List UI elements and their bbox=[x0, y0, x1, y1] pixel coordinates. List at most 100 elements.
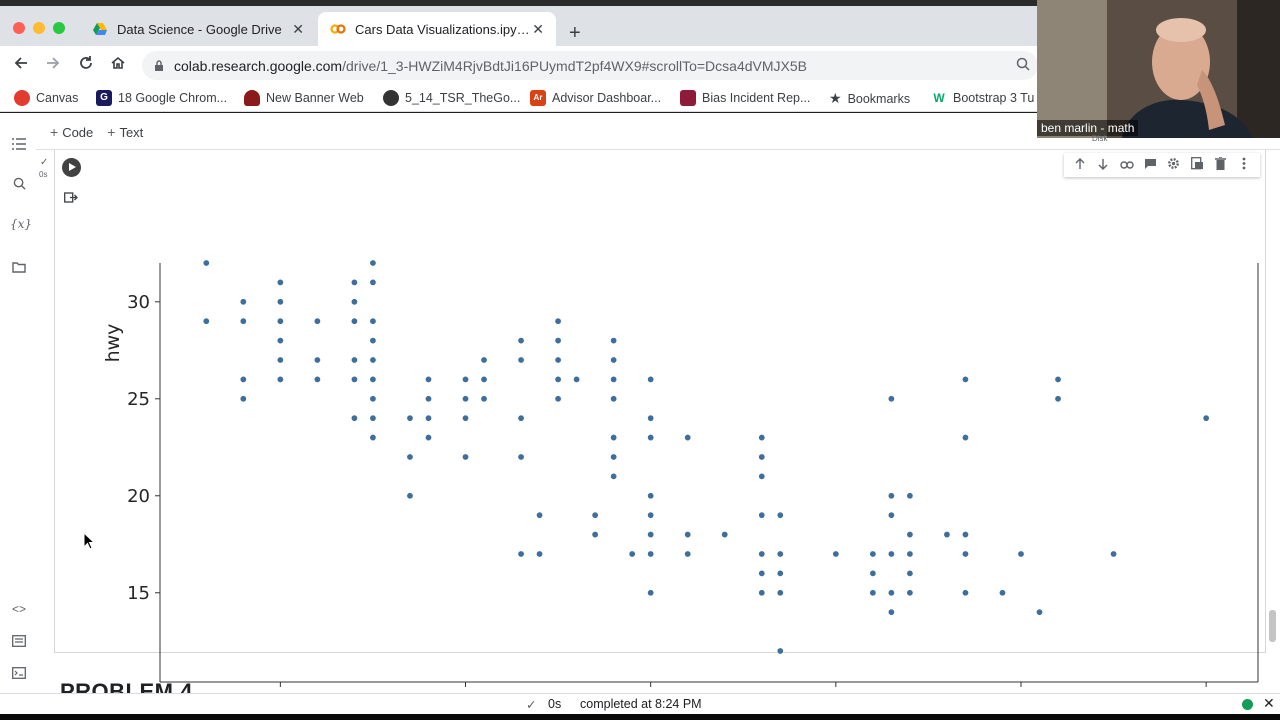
notebook-toolbar: + Code + Text bbox=[36, 119, 143, 145]
terminal-icon[interactable] bbox=[10, 666, 28, 682]
data-point bbox=[239, 317, 247, 325]
add-code-cell-button[interactable]: + Code bbox=[50, 124, 93, 140]
comment-icon[interactable] bbox=[1141, 158, 1159, 173]
x-tick-label: 3 bbox=[460, 689, 471, 690]
tab-title: Data Science - Google Drive bbox=[117, 21, 282, 37]
bookmark-canvas[interactable]: Canvas bbox=[14, 90, 78, 106]
disk-label: Disk bbox=[1092, 134, 1108, 143]
forward-arrow-icon[interactable] bbox=[45, 55, 61, 76]
variables-icon[interactable]: {x} bbox=[10, 217, 32, 231]
delete-icon[interactable] bbox=[1212, 156, 1230, 173]
mirror-cell-icon[interactable] bbox=[1188, 157, 1206, 173]
code-snippets-icon[interactable]: <> bbox=[10, 602, 28, 616]
data-point bbox=[961, 589, 969, 597]
data-point bbox=[313, 317, 321, 325]
move-up-icon[interactable] bbox=[1071, 157, 1089, 173]
add-text-cell-button[interactable]: + Text bbox=[107, 124, 143, 140]
data-point bbox=[369, 356, 377, 364]
window-minimize-button[interactable] bbox=[33, 22, 45, 34]
data-point bbox=[906, 569, 914, 577]
data-point bbox=[887, 511, 895, 519]
address-bar[interactable]: colab.research.google.com/drive/1_3-HWZi… bbox=[142, 51, 1038, 80]
execution-time: 0s bbox=[39, 170, 48, 179]
data-point bbox=[906, 531, 914, 539]
data-point bbox=[961, 375, 969, 383]
data-point bbox=[776, 511, 784, 519]
bookmark-bias-incident[interactable]: Bias Incident Rep... bbox=[680, 90, 810, 106]
reload-icon[interactable] bbox=[78, 55, 94, 76]
data-point bbox=[647, 589, 655, 597]
bookmark-google-chrome[interactable]: G 18 Google Chrom... bbox=[96, 90, 227, 106]
data-point bbox=[554, 317, 562, 325]
data-point bbox=[776, 647, 784, 655]
google-drive-icon bbox=[92, 21, 108, 37]
status-text: completed at 8:24 PM bbox=[580, 697, 702, 711]
data-point bbox=[480, 395, 488, 403]
cell-toolbar bbox=[1064, 153, 1260, 177]
x-tick-label: 6 bbox=[1015, 689, 1026, 690]
data-point bbox=[369, 414, 377, 422]
search-icon[interactable] bbox=[1016, 57, 1030, 74]
browser-tab-colab[interactable]: Cars Data Visualizations.ipynb ✕ bbox=[318, 12, 556, 46]
data-point bbox=[758, 453, 766, 461]
bookmark-label: Advisor Dashboar... bbox=[552, 91, 662, 105]
bookmark-label: Bootstrap 3 Tu bbox=[953, 91, 1035, 105]
colab-notebook: {x} <> +Code +Text ✓ 0s 23456715202530di… bbox=[0, 113, 1280, 704]
data-point bbox=[1202, 414, 1210, 422]
home-icon[interactable] bbox=[110, 55, 126, 76]
output-actions-icon[interactable] bbox=[64, 191, 78, 207]
data-point bbox=[869, 550, 877, 558]
colab-icon bbox=[330, 21, 346, 37]
data-point bbox=[554, 337, 562, 345]
tab-close-icon[interactable]: ✕ bbox=[532, 21, 544, 38]
window-zoom-button[interactable] bbox=[53, 22, 65, 34]
data-point bbox=[424, 414, 432, 422]
data-point bbox=[647, 375, 655, 383]
browser-tab-drive[interactable]: Data Science - Google Drive ✕ bbox=[80, 12, 316, 46]
data-point bbox=[517, 453, 525, 461]
bookmark-bootstrap[interactable]: W Bootstrap 3 Tu bbox=[931, 90, 1034, 106]
data-point bbox=[554, 375, 562, 383]
more-options-icon[interactable] bbox=[1235, 157, 1253, 173]
table-of-contents-icon[interactable] bbox=[10, 137, 28, 153]
search-icon[interactable] bbox=[10, 177, 28, 193]
mouse-cursor-icon bbox=[83, 532, 95, 550]
data-point bbox=[369, 259, 377, 267]
data-point bbox=[647, 511, 655, 519]
move-down-icon[interactable] bbox=[1094, 158, 1112, 173]
data-point bbox=[961, 434, 969, 442]
bookmark-tsr[interactable]: 5_14_TSR_TheGo... bbox=[383, 90, 520, 106]
data-point bbox=[239, 375, 247, 383]
data-point bbox=[424, 375, 432, 383]
data-point bbox=[313, 375, 321, 383]
command-palette-icon[interactable] bbox=[10, 634, 28, 650]
folder-icon[interactable] bbox=[10, 260, 28, 276]
data-point bbox=[369, 337, 377, 345]
tab-title: Cars Data Visualizations.ipynb bbox=[355, 21, 531, 37]
window-close-button[interactable] bbox=[13, 22, 25, 34]
y-tick-label: 25 bbox=[127, 389, 150, 410]
data-point bbox=[517, 550, 525, 558]
data-point bbox=[276, 356, 284, 364]
close-icon[interactable]: ✕ bbox=[1263, 695, 1275, 712]
link-icon[interactable] bbox=[1118, 158, 1136, 173]
url-host: colab.research.google.com bbox=[174, 58, 343, 74]
data-point bbox=[906, 589, 914, 597]
data-point bbox=[591, 511, 599, 519]
data-point bbox=[610, 395, 618, 403]
data-point bbox=[869, 589, 877, 597]
new-tab-button[interactable]: + bbox=[569, 23, 581, 43]
x-tick-label: 4 bbox=[645, 689, 656, 690]
data-point bbox=[887, 589, 895, 597]
data-point bbox=[202, 259, 210, 267]
bookmark-advisor-dashboard[interactable]: Ar Advisor Dashboar... bbox=[530, 90, 661, 106]
settings-gear-icon[interactable] bbox=[1165, 157, 1183, 173]
run-cell-button[interactable] bbox=[62, 158, 81, 177]
bookmark-folder[interactable]: ★ Bookmarks bbox=[829, 90, 910, 107]
scrollbar-thumb[interactable] bbox=[1269, 610, 1276, 642]
bookmark-banner-web[interactable]: New Banner Web bbox=[244, 90, 364, 106]
data-point bbox=[239, 395, 247, 403]
data-point bbox=[350, 375, 358, 383]
tab-close-icon[interactable]: ✕ bbox=[292, 21, 304, 38]
back-arrow-icon[interactable] bbox=[13, 55, 29, 76]
